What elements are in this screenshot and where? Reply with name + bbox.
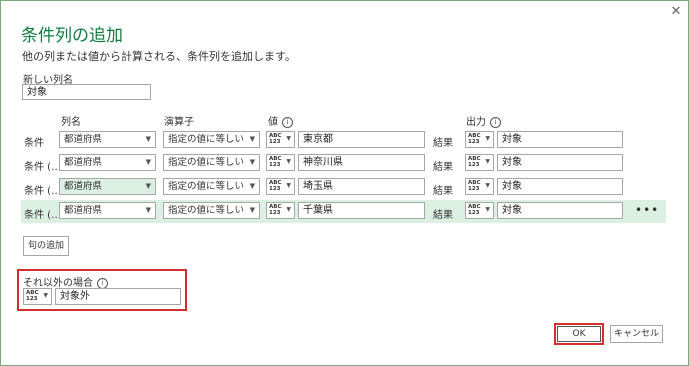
output-input[interactable]: 対象 [497, 178, 623, 195]
value-input[interactable]: 神奈川県 [298, 154, 425, 171]
condition-label: 条件 (… [24, 186, 62, 197]
operator-value: 指定の値に等しい [168, 157, 245, 168]
value-header: 値i [268, 113, 293, 128]
abc-123-icon: ABC 123 [468, 133, 481, 145]
dialog-description: 他の列または値から計算される、条件列を追加します。 [22, 50, 296, 63]
output-input[interactable]: 対象 [497, 202, 623, 219]
column-value: 都道府県 [64, 157, 103, 168]
add-clause-button[interactable]: 句の追加 [23, 236, 69, 256]
chevron-down-icon: ▼ [145, 182, 151, 190]
value-header-text: 値 [268, 117, 278, 128]
output-header-text: 出力 [466, 117, 486, 128]
abc-123-icon: ABC 123 [26, 290, 39, 302]
result-label: 結果 [433, 162, 453, 173]
column-name-header: 列名 [61, 117, 81, 128]
column-value: 都道府県 [64, 181, 103, 192]
operator-dropdown[interactable]: 指定の値に等しい ▼ [163, 178, 260, 195]
chevron-down-icon: ▼ [286, 206, 291, 213]
dialog-title: 条件列の追加 [21, 26, 123, 46]
ok-button[interactable]: OK [557, 326, 601, 342]
column-value: 都道府県 [64, 134, 103, 145]
abc-123-icon: ABC 123 [269, 133, 282, 145]
column-dropdown[interactable]: 都道府県 ▼ [59, 154, 156, 171]
chevron-down-icon: ▼ [145, 158, 151, 166]
abc-123-icon: ABC 123 [269, 156, 282, 168]
chevron-down-icon: ▼ [485, 135, 490, 142]
output-type-button[interactable]: ABC 123 ▼ [465, 178, 494, 195]
column-dropdown[interactable]: 都道府県 ▼ [59, 178, 156, 195]
output-header: 出力 i [466, 113, 501, 128]
chevron-down-icon: ▼ [145, 135, 151, 143]
result-label: 結果 [433, 138, 453, 149]
condition-label: 条件 (… [24, 162, 62, 173]
chevron-down-icon: ▼ [249, 182, 255, 190]
column-value: 都道府県 [64, 205, 103, 216]
abc-123-icon: ABC 123 [269, 180, 282, 192]
chevron-down-icon: ▼ [249, 158, 255, 166]
operator-dropdown[interactable]: 指定の値に等しい ▼ [163, 131, 260, 148]
chevron-down-icon: ▼ [286, 182, 291, 189]
operator-value: 指定の値に等しい [168, 134, 245, 145]
operator-value: 指定の値に等しい [168, 205, 245, 216]
info-icon: i [490, 116, 501, 128]
new-column-name-input[interactable]: 対象 [22, 84, 151, 100]
output-type-button[interactable]: ABC 123 ▼ [465, 154, 494, 171]
info-icon: i [282, 116, 293, 128]
chevron-down-icon: ▼ [249, 135, 255, 143]
chevron-down-icon: ▼ [485, 158, 490, 165]
chevron-down-icon: ▼ [43, 292, 48, 299]
output-type-button[interactable]: ABC 123 ▼ [465, 131, 494, 148]
output-input[interactable]: 対象 [497, 131, 623, 148]
add-conditional-column-dialog: ✕ 条件列の追加 他の列または値から計算される、条件列を追加します。 新しい列名… [0, 0, 689, 366]
abc-123-icon: ABC 123 [468, 180, 481, 192]
operator-value: 指定の値に等しい [168, 181, 245, 192]
else-label: それ以外の場合 i [23, 274, 108, 289]
chevron-down-icon: ▼ [286, 158, 291, 165]
abc-123-icon: ABC 123 [468, 204, 481, 216]
value-type-button[interactable]: ABC 123 ▼ [266, 131, 295, 148]
chevron-down-icon: ▼ [485, 182, 490, 189]
else-type-button[interactable]: ABC 123 ▼ [23, 288, 52, 305]
chevron-down-icon: ▼ [485, 206, 490, 213]
operator-dropdown[interactable]: 指定の値に等しい ▼ [163, 154, 260, 171]
operator-dropdown[interactable]: 指定の値に等しい ▼ [163, 202, 260, 219]
more-options-icon[interactable]: ••• [635, 203, 659, 217]
condition-label: 条件 (… [24, 210, 62, 221]
output-input[interactable]: 対象 [497, 154, 623, 171]
chevron-down-icon: ▼ [286, 135, 291, 142]
chevron-down-icon: ▼ [249, 206, 255, 214]
column-dropdown[interactable]: 都道府県 ▼ [59, 202, 156, 219]
info-icon: i [97, 277, 108, 289]
output-type-button[interactable]: ABC 123 ▼ [465, 202, 494, 219]
value-type-button[interactable]: ABC 123 ▼ [266, 154, 295, 171]
else-value-input[interactable]: 対象外 [55, 288, 181, 305]
cancel-button[interactable]: キャンセル [610, 325, 663, 343]
value-type-button[interactable]: ABC 123 ▼ [266, 202, 295, 219]
value-type-button[interactable]: ABC 123 ▼ [266, 178, 295, 195]
chevron-down-icon: ▼ [145, 206, 151, 214]
condition-label: 条件 [24, 138, 44, 149]
abc-123-icon: ABC 123 [468, 156, 481, 168]
value-input[interactable]: 東京都 [298, 131, 425, 148]
close-icon[interactable]: ✕ [669, 5, 683, 19]
result-label: 結果 [433, 186, 453, 197]
operator-header: 演算子 [164, 117, 194, 128]
result-label: 結果 [433, 210, 453, 221]
abc-123-icon: ABC 123 [269, 204, 282, 216]
value-input[interactable]: 埼玉県 [298, 178, 425, 195]
column-dropdown[interactable]: 都道府県 ▼ [59, 131, 156, 148]
value-input[interactable]: 千葉県 [298, 202, 425, 219]
